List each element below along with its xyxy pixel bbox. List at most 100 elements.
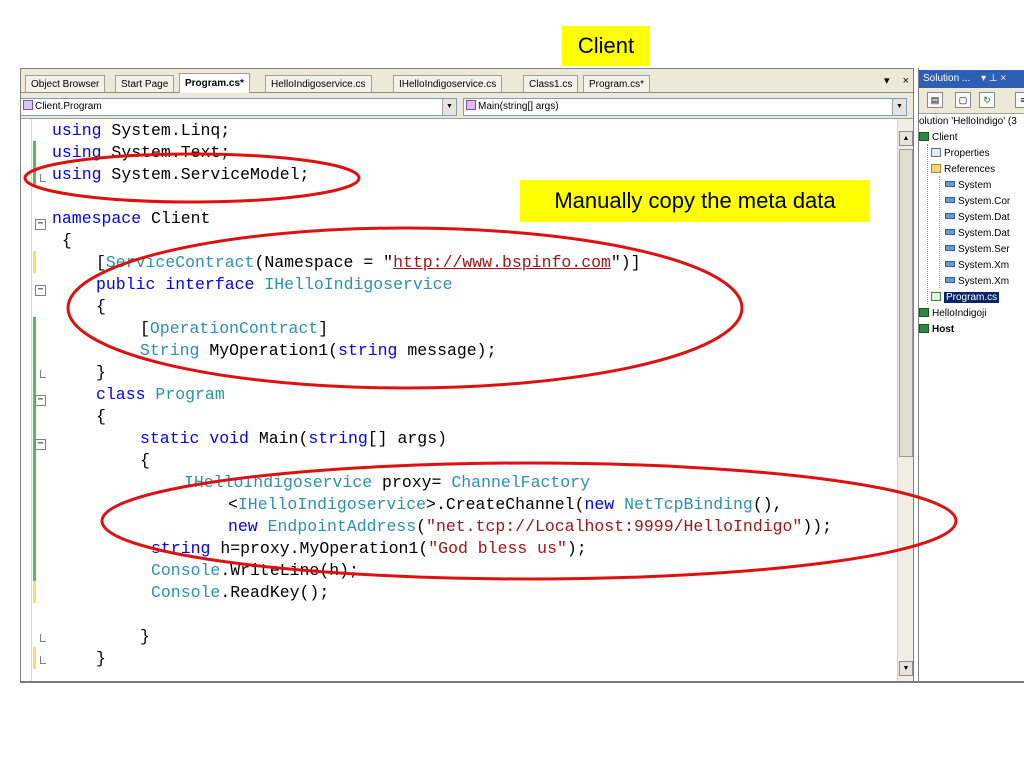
tree-properties[interactable]: Properties (931, 146, 990, 162)
view-code-icon[interactable]: ≡ (1015, 92, 1024, 108)
fold-end-marker (40, 634, 46, 642)
document-tab-strip: Object Browser Start Page Program.cs* He… (21, 69, 913, 93)
reference-icon (945, 261, 955, 267)
project-icon (919, 324, 929, 333)
meta-data-callout: Manually copy the meta data (520, 180, 870, 222)
reference-icon (945, 277, 955, 283)
change-indicator-unsaved (33, 647, 36, 669)
change-indicator-unsaved (33, 581, 36, 603)
code-line-main: static void Main(string[] args) (140, 429, 447, 448)
tab-helloindigoservice-cs[interactable]: HelloIndigoservice.cs (265, 75, 372, 92)
tree-reference[interactable]: System.Dat (945, 226, 1010, 242)
solution-root[interactable]: olution 'HelloIndigo' (3 (919, 114, 1017, 130)
code-editor-pane: Object Browser Start Page Program.cs* He… (20, 68, 914, 682)
solution-toolbar: ▤ ▢ ↻ ≡ (919, 88, 1024, 114)
vertical-scrollbar[interactable]: ▲ ▼ (897, 119, 913, 681)
csharp-file-icon (931, 292, 941, 301)
collapse-class-icon[interactable]: − (35, 395, 46, 406)
tab-list-dropdown-icon[interactable]: ▾ (884, 75, 890, 87)
tree-reference[interactable]: System.Ser (945, 242, 1010, 258)
class-icon (23, 100, 33, 110)
code-line-proxy-decl: IHelloIndigoservice proxy= ChannelFactor… (184, 473, 590, 492)
code-line-brace: } (96, 363, 106, 382)
collapse-interface-icon[interactable]: − (35, 285, 46, 296)
tree-reference[interactable]: System.Xm (945, 274, 1009, 290)
code-line-namespace: namespace Client (52, 209, 211, 228)
refresh-icon[interactable]: ↻ (979, 92, 995, 108)
code-line-servicecontract: [ServiceContract(Namespace = "http://www… (96, 253, 641, 272)
chevron-down-icon[interactable]: ▼ (892, 99, 906, 115)
tree-reference[interactable]: System.Dat (945, 210, 1010, 226)
code-line-brace: { (96, 297, 106, 316)
tree-reference[interactable]: System.Cor (945, 194, 1010, 210)
tree-line (939, 176, 940, 288)
scroll-down-icon[interactable]: ▼ (899, 661, 913, 676)
fold-end-marker (40, 370, 46, 378)
pane-controls-icon[interactable]: ▾ ⊥ × (981, 73, 1006, 84)
tree-line (927, 144, 928, 304)
reference-icon (945, 245, 955, 251)
code-line-writeline: Console.WriteLine(h); (151, 561, 359, 580)
tab-class1-cs[interactable]: Class1.cs (523, 75, 579, 92)
properties-folder-icon (931, 148, 941, 157)
tree-project-helloindigo[interactable]: HelloIndigoji (919, 306, 986, 322)
scrollbar-thumb[interactable] (899, 149, 913, 457)
project-icon (919, 308, 929, 317)
tree-reference[interactable]: System (945, 178, 991, 194)
tab-program-cs-second[interactable]: Program.cs* (583, 75, 651, 92)
code-line-brace: } (96, 649, 106, 668)
project-icon (919, 132, 929, 141)
collapse-method-icon[interactable]: − (35, 439, 46, 450)
client-callout: Client (562, 26, 650, 66)
code-line-using-text: using System.Text; (52, 143, 231, 162)
method-icon (466, 100, 476, 110)
tree-project-host[interactable]: Host (919, 322, 954, 338)
scroll-up-icon[interactable]: ▲ (899, 131, 913, 146)
class-dropdown-value: Client.Program (35, 101, 102, 112)
tree-project-client[interactable]: Client (919, 130, 958, 146)
code-line-using-servicemodel: using System.ServiceModel; (52, 165, 310, 184)
tab-start-page[interactable]: Start Page (115, 75, 175, 92)
collapse-namespace-icon[interactable]: − (35, 219, 46, 230)
class-dropdown[interactable]: Client.Program ▼ (21, 98, 457, 116)
reference-icon (945, 213, 955, 219)
tab-object-browser[interactable]: Object Browser (25, 75, 106, 92)
fold-end-marker (40, 656, 46, 664)
code-line-operationcontract: [OperationContract] (140, 319, 329, 338)
code-line-myoperation1: String MyOperation1(string message); (140, 341, 497, 360)
code-line-endpointaddress: new EndpointAddress("net.tcp://Localhost… (228, 517, 833, 536)
code-line-call-operation: string h=proxy.MyOperation1("God bless u… (151, 539, 587, 558)
window-bottom-edge (20, 681, 1024, 683)
member-dropdown-value: Main(string[] args) (478, 101, 559, 112)
code-line-brace: { (52, 231, 72, 250)
code-line-brace: { (140, 451, 150, 470)
properties-icon[interactable]: ▤ (927, 92, 943, 108)
chevron-down-icon[interactable]: ▼ (442, 99, 456, 115)
visual-studio-window: Object Browser Start Page Program.cs* He… (20, 68, 1024, 682)
reference-icon (945, 197, 955, 203)
solution-explorer: Solution ... ▾ ⊥ × ▤ ▢ ↻ ≡ olution 'Hell… (918, 68, 1024, 682)
gutter-margin (31, 119, 32, 681)
tab-controls: ▾ × (874, 74, 909, 87)
show-all-files-icon[interactable]: ▢ (955, 92, 971, 108)
navigation-bar: Client.Program ▼ Main(string[] args) ▼ (21, 93, 913, 119)
code-line-readkey: Console.ReadKey(); (151, 583, 330, 602)
tree-references[interactable]: References (931, 162, 995, 178)
code-line-interface: public interface IHelloIndigoservice (96, 275, 453, 294)
change-indicator-unsaved (33, 251, 36, 273)
tab-ihelloindigoservice-cs[interactable]: IHelloIndigoservice.cs (393, 75, 503, 92)
tab-program-cs-active[interactable]: Program.cs* (179, 73, 250, 93)
reference-icon (945, 229, 955, 235)
change-indicator-saved (33, 141, 36, 185)
fold-end-marker (40, 174, 46, 182)
solution-explorer-title: Solution ... ▾ ⊥ × (919, 70, 1024, 88)
code-line-brace: { (96, 407, 106, 426)
reference-icon (945, 181, 955, 187)
member-dropdown[interactable]: Main(string[] args) ▼ (463, 98, 907, 116)
code-line-createchannel: <IHelloIndigoservice>.CreateChannel(new … (228, 495, 783, 514)
tree-program-cs[interactable]: Program.cs (931, 290, 1000, 306)
close-document-icon[interactable]: × (903, 75, 909, 87)
code-line-brace: } (140, 627, 150, 646)
code-line-using-linq: using System.Linq; (52, 121, 231, 140)
tree-reference[interactable]: System.Xm (945, 258, 1009, 274)
